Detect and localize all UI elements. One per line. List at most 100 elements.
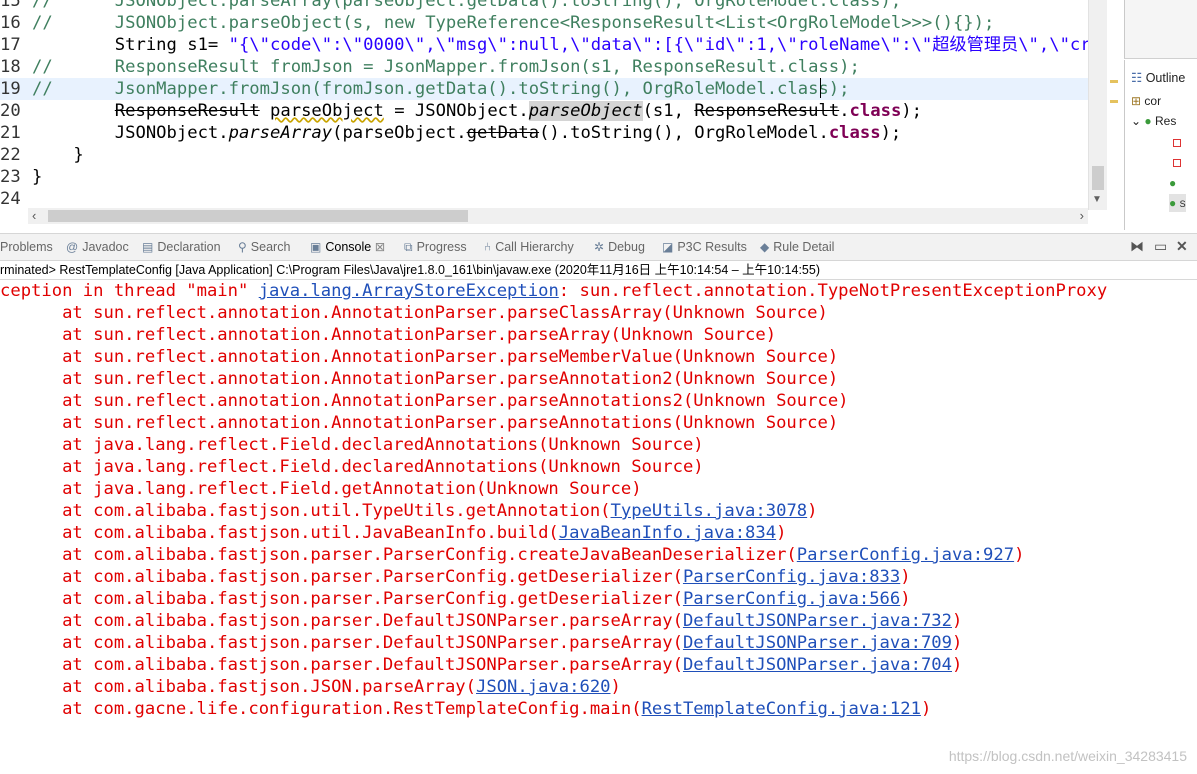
stacktrace-link[interactable]: DefaultJSONParser.java:732 [683, 611, 952, 631]
code-line[interactable]: 15 // JSONObject.parseArray(parseObject.g… [0, 0, 1088, 12]
stacktrace-link[interactable]: DefaultJSONParser.java:709 [683, 633, 952, 653]
code-line[interactable]: 19 // JsonMapper.fromJson(fromJson.getDat… [0, 78, 1088, 100]
console-text: at com.alibaba.fastjson.parser.ParserCon… [0, 567, 683, 587]
tab-label: Console [325, 240, 372, 254]
line-number: 16 [0, 13, 21, 33]
minimize-icon[interactable]: ▭ [1154, 238, 1167, 255]
console-text: ) [920, 699, 932, 719]
console-text: at sun.reflect.annotation.AnnotationPars… [0, 325, 777, 345]
code-line[interactable]: 21 JSONObject.parseArray(parseObject.get… [0, 122, 1088, 144]
overview-ruler-marker[interactable] [1110, 100, 1118, 103]
console-text: at java.lang.reflect.Field.declaredAnnot… [0, 457, 704, 477]
code-line[interactable]: 24 [0, 188, 1088, 210]
console-line: at java.lang.reflect.Field.declaredAnnot… [0, 434, 704, 456]
outline-icon: ☷ [1131, 71, 1143, 85]
code-editor[interactable]: 15 // JSONObject.parseArray(parseObject.g… [0, 0, 1106, 210]
overview-ruler-marker[interactable] [1110, 80, 1118, 83]
outline-item-selected[interactable]: ● S [1169, 194, 1186, 212]
tab-debug[interactable]: ✲ Debug [594, 234, 645, 260]
scroll-down-arrow-icon[interactable]: ▼ [1092, 194, 1102, 205]
tab-console[interactable]: ▣ Console ⊠ [310, 234, 385, 260]
stacktrace-link[interactable]: JavaBeanInfo.java:834 [559, 523, 776, 543]
console-line: at sun.reflect.annotation.AnnotationPars… [0, 324, 776, 346]
code-line[interactable]: 17 String s1= "{\"code\":\"0000\",\"msg\… [0, 34, 1106, 56]
stacktrace-link[interactable]: TypeUtils.java:3078 [611, 501, 808, 521]
console-text: at com.gacne.life.configuration.RestTemp… [0, 699, 642, 719]
close-tab-icon[interactable]: ⊠ [371, 240, 385, 254]
code-token: // JsonMapper.fromJson(fromJson.getData(… [32, 79, 850, 99]
code-token: ResponseResult [114, 101, 260, 121]
tab-label: Declaration [157, 240, 221, 254]
line-number: 24 [0, 189, 21, 209]
console-line: at com.alibaba.fastjson.parser.ParserCon… [0, 588, 911, 610]
code-token: . [839, 101, 850, 121]
tab-declaration[interactable]: ▤ Declaration [142, 234, 221, 260]
p3c-results-icon: ◪ [662, 240, 674, 254]
console-line: at com.gacne.life.configuration.RestTemp… [0, 698, 931, 720]
editor-vertical-scrollbar[interactable]: ▼ [1088, 0, 1107, 210]
outline-item[interactable]: ⌄ ● Res [1131, 112, 1176, 130]
code-token: parseObject [528, 101, 643, 121]
tab-label: Call Hierarchy [495, 240, 574, 254]
console-line: at com.alibaba.fastjson.util.TypeUtils.g… [0, 500, 817, 522]
console-icon: ▣ [310, 240, 322, 254]
pin-console-icon[interactable]: ⧓ [1130, 238, 1144, 255]
tab-problems[interactable]: Problems [0, 234, 53, 260]
code-line[interactable]: 20 ResponseResult parseObject = JSONObje… [0, 100, 1088, 122]
code-line[interactable]: 23} [0, 166, 1088, 188]
console-line: at java.lang.reflect.Field.getAnnotation… [0, 478, 641, 500]
console-text: at com.alibaba.fastjson.parser.DefaultJS… [0, 655, 683, 675]
tab-label: Problems [0, 240, 53, 254]
code-line[interactable]: 22 } [0, 144, 1088, 166]
console-text: at sun.reflect.annotation.AnnotationPars… [0, 303, 828, 323]
stacktrace-link[interactable]: RestTemplateConfig.java:121 [642, 699, 921, 719]
outline-item[interactable] [1173, 154, 1185, 172]
stacktrace-link[interactable]: ParserConfig.java:927 [797, 545, 1014, 565]
code-line[interactable]: 16 // JSONObject.parseObject(s, new TypeR… [0, 12, 1088, 34]
outline-item[interactable]: ⊞ cor [1131, 92, 1161, 110]
tab-progress[interactable]: ⧉ Progress [404, 234, 467, 260]
stacktrace-link[interactable]: ParserConfig.java:566 [683, 589, 900, 609]
console-text: at com.alibaba.fastjson.util.JavaBeanInf… [0, 523, 559, 543]
stacktrace-link[interactable]: java.lang.ArrayStoreException [259, 281, 559, 301]
console-output[interactable]: ception in thread "main" java.lang.Array… [0, 280, 1197, 774]
stacktrace-link[interactable]: ParserConfig.java:833 [683, 567, 900, 587]
javadoc-icon: @ [66, 240, 79, 254]
tab-p3c-results[interactable]: ◪ P3C Results [662, 234, 747, 260]
code-token: // JSONObject.parseArray(parseObject.get… [32, 0, 902, 11]
code-line[interactable]: 18 // ResponseResult fromJson = JsonMappe… [0, 56, 1088, 78]
code-text: // ResponseResult fromJson = JsonMapper.… [32, 56, 860, 78]
line-number: 19 [0, 79, 21, 99]
stacktrace-link[interactable]: JSON.java:620 [476, 677, 611, 697]
stacktrace-link[interactable]: DefaultJSONParser.java:704 [683, 655, 952, 675]
line-number: 21 [0, 123, 21, 143]
outline-item[interactable] [1173, 134, 1185, 152]
tab-call-hierarchy[interactable]: ⑃ Call Hierarchy [484, 234, 574, 260]
code-token: // ResponseResult fromJson = JsonMapper.… [32, 57, 860, 77]
console-text: at com.alibaba.fastjson.parser.DefaultJS… [0, 611, 683, 631]
vertical-scroll-thumb[interactable] [1092, 166, 1104, 190]
code-token: parseObject [270, 101, 384, 121]
line-number: 23 [0, 167, 21, 187]
chevron-down-icon[interactable]: ⌄ [1131, 114, 1141, 128]
tab-rule-detail[interactable]: ◆ Rule Detail [760, 234, 834, 260]
editor-horizontal-scrollbar[interactable]: ‹ › [28, 208, 1088, 224]
tab-javadoc[interactable]: @ Javadoc [66, 234, 129, 260]
horizontal-scroll-thumb[interactable] [48, 210, 468, 222]
code-text: } [32, 166, 42, 188]
code-text: String s1= "{\"code\":\"0000\",\"msg\":n… [32, 34, 1106, 56]
code-token: } [32, 167, 43, 187]
line-number: 20 [0, 101, 21, 121]
code-token: (s1, [642, 101, 695, 121]
scroll-left-arrow-icon[interactable]: ‹ [32, 208, 36, 223]
code-token: (parseObject. [332, 123, 467, 143]
close-icon[interactable]: ✕ [1176, 238, 1188, 255]
rule-detail-icon: ◆ [760, 240, 770, 254]
tab-search[interactable]: ⚲ Search [238, 234, 290, 260]
console-line: at com.alibaba.fastjson.util.JavaBeanInf… [0, 522, 786, 544]
outline-tab[interactable]: ☷ Outline [1131, 70, 1185, 85]
scroll-right-arrow-icon[interactable]: › [1080, 208, 1084, 223]
outline-item[interactable]: ● [1169, 174, 1176, 192]
